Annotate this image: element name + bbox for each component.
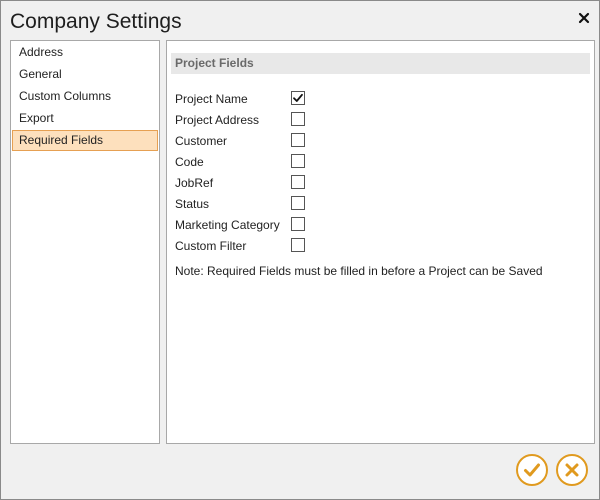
marketing-category-checkbox[interactable] — [291, 217, 305, 231]
cancel-button[interactable] — [556, 454, 588, 486]
nav-item-address[interactable]: Address — [12, 42, 158, 63]
custom-filter-checkbox[interactable] — [291, 238, 305, 252]
field-label: Project Name — [175, 92, 248, 106]
field-row-project-address: Project Address — [175, 110, 515, 130]
field-row-custom-filter: Custom Filter — [175, 236, 515, 256]
checkmark-icon — [524, 463, 540, 477]
project-name-checkbox[interactable] — [291, 91, 305, 105]
field-row-marketing-category: Marketing Category — [175, 215, 515, 235]
project-address-checkbox[interactable] — [291, 112, 305, 126]
field-row-status: Status — [175, 194, 515, 214]
close-icon — [565, 463, 579, 477]
nav-item-general[interactable]: General — [12, 64, 158, 85]
ok-button[interactable] — [516, 454, 548, 486]
field-label: Status — [175, 197, 210, 211]
required-fields-note: Note: Required Fields must be filled in … — [175, 264, 543, 278]
field-row-jobref: JobRef — [175, 173, 515, 193]
field-row-customer: Customer — [175, 131, 515, 151]
nav-item-custom-columns[interactable]: Custom Columns — [12, 86, 158, 107]
code-checkbox[interactable] — [291, 154, 305, 168]
field-label: Project Address — [175, 113, 260, 127]
field-label: Customer — [175, 134, 228, 148]
field-label: Marketing Category — [175, 218, 280, 232]
checkmark-icon — [293, 93, 303, 102]
nav-item-required-fields[interactable]: Required Fields — [12, 130, 158, 151]
field-label: JobRef — [175, 176, 214, 190]
close-icon[interactable] — [578, 11, 590, 24]
jobref-checkbox[interactable] — [291, 175, 305, 189]
field-row-code: Code — [175, 152, 515, 172]
settings-nav-list: Address General Custom Columns Export Re… — [10, 40, 160, 444]
customer-checkbox[interactable] — [291, 133, 305, 147]
nav-item-export[interactable]: Export — [12, 108, 158, 129]
status-checkbox[interactable] — [291, 196, 305, 210]
field-label: Code — [175, 155, 204, 169]
dialog-title: Company Settings — [10, 10, 182, 33]
field-label: Custom Filter — [175, 239, 247, 253]
field-row-project-name: Project Name — [175, 89, 515, 109]
company-settings-dialog: Company Settings Address General Custom … — [0, 0, 600, 500]
section-header: Project Fields — [171, 53, 590, 74]
required-fields-panel: Project Fields Project Name Project Addr… — [166, 40, 595, 444]
